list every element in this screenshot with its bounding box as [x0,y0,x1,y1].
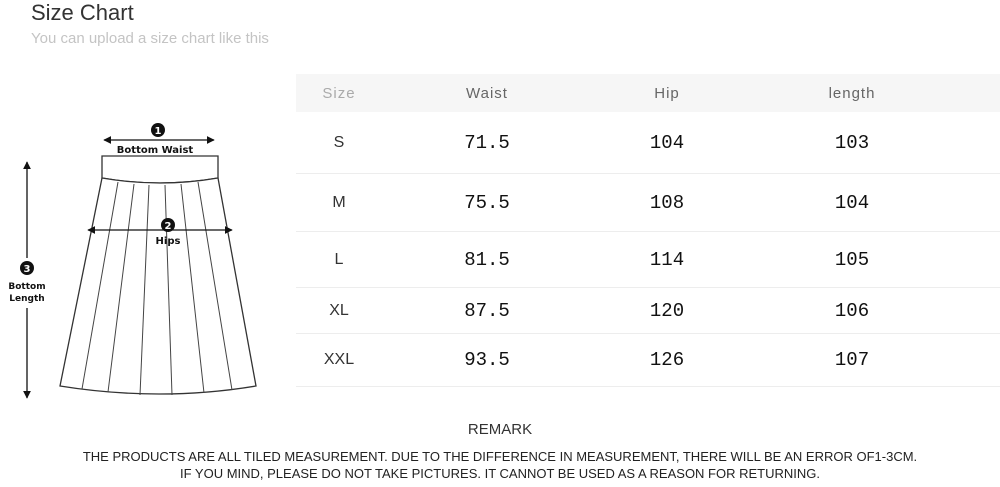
badge-1-number: 1 [155,126,162,137]
bottom-length-label-line2: Length [9,294,44,304]
hips-label: Hips [156,236,181,247]
table-row: L 81.5 114 105 [296,232,1000,288]
remark-line-1: THE PRODUCTS ARE ALL TILED MEASUREMENT. … [82,449,918,464]
column-header-size: Size [322,84,356,102]
table-row: XXL 93.5 126 107 [296,334,1000,387]
size-cell: XXL [323,351,355,368]
column-header-length: length [828,84,876,102]
waist-cell: 71.5 [464,131,510,154]
badge-3-number: 3 [24,264,31,275]
table-header: Size Waist Hip length [296,74,1000,112]
remark-title: REMARK [467,421,533,438]
skirt-waistband [101,155,219,184]
size-cell: L [334,250,344,268]
page-subtitle: You can upload a size chart like this [31,30,269,47]
column-header-hip: Hip [654,84,680,102]
bottom-length-label-line1: Bottom [8,282,45,292]
bottom-waist-label: Bottom Waist [117,145,194,156]
hip-cell: 108 [649,191,685,214]
remark-line-2: IF YOU MIND, PLEASE DO NOT TAKE PICTURES… [179,466,820,481]
hip-cell: 120 [649,299,685,322]
size-table: Size Waist Hip length S 71.5 104 103 M 7… [296,74,1000,387]
waist-cell: 93.5 [464,349,510,371]
length-cell: 105 [834,248,870,271]
column-header-waist: Waist [466,84,508,102]
length-cell: 104 [834,191,870,214]
skirt-diagram: 1 Bottom Waist 2 Hips 3 Bottom Length [6,123,257,399]
table-row: S 71.5 104 103 [296,112,1000,174]
page-title: Size Chart [31,0,134,25]
size-cell: XL [329,301,349,319]
hip-cell: 104 [649,131,685,154]
table-row: M 75.5 108 104 [296,174,1000,232]
waist-cell: 81.5 [464,248,510,271]
length-cell: 106 [834,299,870,322]
waist-cell: 75.5 [464,191,510,214]
hip-cell: 114 [649,248,685,271]
length-cell: 107 [834,349,870,371]
waist-cell: 87.5 [464,299,510,322]
size-cell: S [333,133,345,151]
skirt-body [59,177,257,395]
length-cell: 103 [834,131,870,154]
badge-2-number: 2 [165,221,172,232]
hip-cell: 126 [649,349,685,371]
table-row: XL 87.5 120 106 [296,288,1000,334]
size-cell: M [332,193,346,211]
